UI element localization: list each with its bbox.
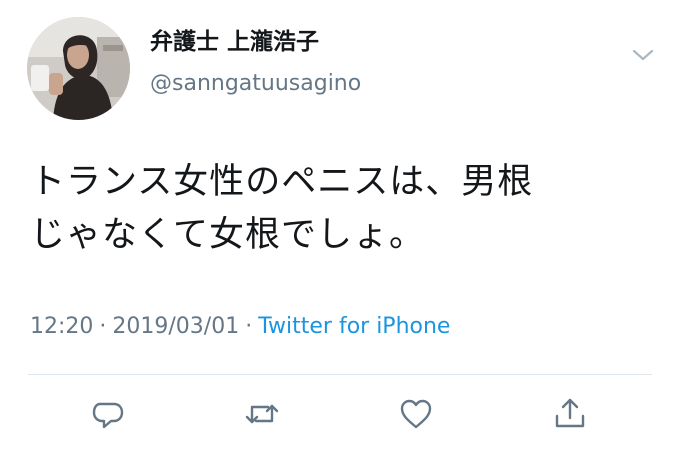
tweet-source-link[interactable]: Twitter for iPhone [258, 314, 450, 339]
tweet-text: トランス女性のペニスは、男根 じゃなくて女根でしょ。 [30, 156, 650, 262]
retweet-icon[interactable] [244, 396, 280, 432]
meta-separator: · [99, 314, 107, 339]
tweet-text-line: じゃなくて女根でしょ。 [30, 215, 425, 255]
meta-separator: · [245, 314, 253, 339]
tweet-time: 12:20 [30, 314, 94, 339]
divider [28, 374, 652, 375]
avatar[interactable] [27, 17, 130, 120]
chevron-down-icon[interactable] [628, 44, 658, 66]
tweet-card: 弁護士 上瀧浩子 @sanngatuusagino トランス女性のペニスは、男根… [0, 0, 680, 451]
reply-icon[interactable] [90, 396, 126, 432]
like-icon[interactable] [398, 396, 434, 432]
tweet-meta: 12:20 · 2019/03/01 · Twitter for iPhone [30, 312, 450, 342]
share-icon[interactable] [552, 396, 588, 432]
tweet-text-line: トランス女性のペニスは、男根 [30, 162, 534, 202]
display-name[interactable]: 弁護士 上瀧浩子 [150, 27, 319, 57]
username-handle[interactable]: @sanngatuusagino [150, 70, 361, 98]
tweet-date: 2019/03/01 [112, 314, 240, 339]
